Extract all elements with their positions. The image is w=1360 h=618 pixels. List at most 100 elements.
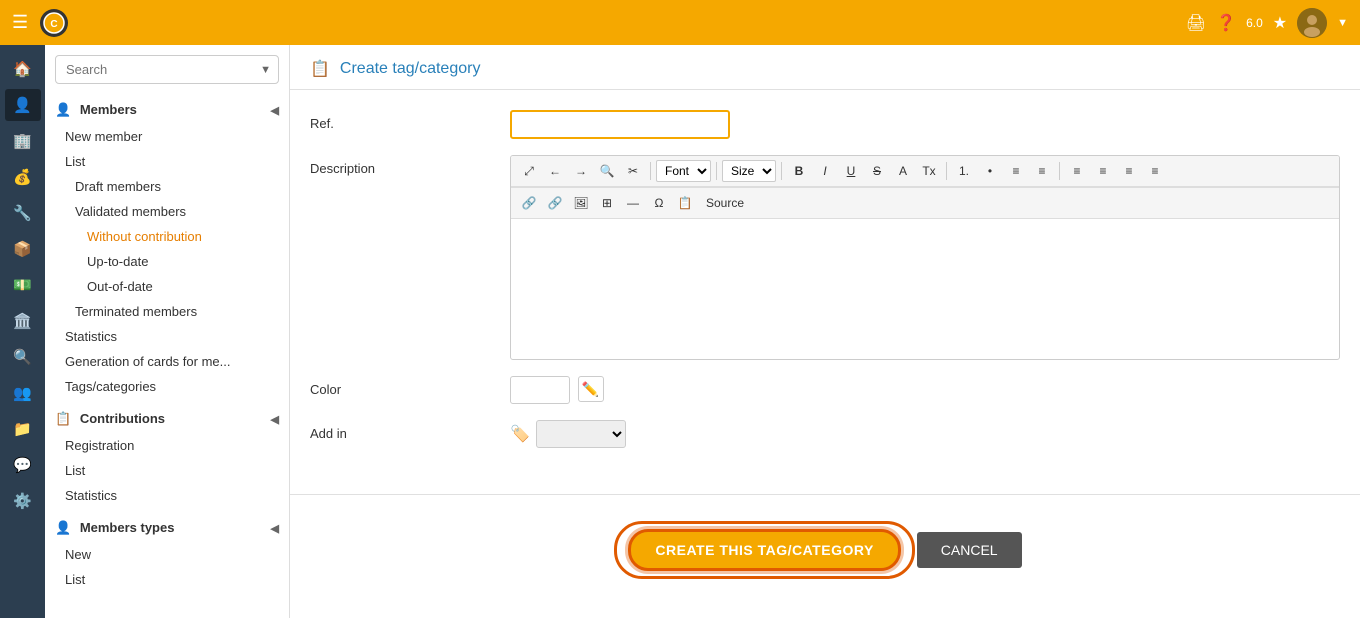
rte-char-btn[interactable]: Ω [647,192,671,214]
avatar[interactable] [1297,8,1327,38]
hamburger-icon[interactable]: ☰ [12,12,28,33]
sidebar-item-out-of-date[interactable]: Out-of-date [45,274,289,299]
sidebar-item-contributions-statistics[interactable]: Statistics [45,483,289,508]
tag-icon: 🏷️ [510,424,530,444]
contributions-section-label: Contributions [80,411,165,426]
rte-strikethrough-btn[interactable]: S [865,160,889,182]
add-in-select[interactable] [536,420,626,448]
rte-align-justify-btn[interactable]: ≡ [1143,160,1167,182]
sidebar-icon-building[interactable]: 🏢 [5,125,41,157]
sidebar-icon-money[interactable]: 💰 [5,161,41,193]
search-box[interactable]: ▼ [55,55,279,84]
rte-link-btn[interactable]: 🔗 [517,192,541,214]
search-dropdown-icon[interactable]: ▼ [260,64,271,76]
rte-scissors-btn[interactable]: ✂ [621,160,645,182]
rte-italic-btn[interactable]: I [813,160,837,182]
topbar-right: 🖨 ❓ 6.0 ★ ▼ [1186,8,1348,38]
members-section-header[interactable]: 👤 Members ◀ [45,96,289,124]
sidebar-icon-member[interactable]: 👤 [5,89,41,121]
sidebar-item-members-types-list[interactable]: List [45,567,289,592]
rte-fontcolor-btn[interactable]: A [891,160,915,182]
rte-redo-btn[interactable]: → [569,160,593,182]
sidebar-icon-package[interactable]: 📦 [5,233,41,265]
sidebar-icon-archive[interactable]: 🏛️ [5,305,41,337]
rte-align-center-btn[interactable]: ≡ [1091,160,1115,182]
sidebar-icon-users[interactable]: 👥 [5,377,41,409]
sidebar-item-tags-categories[interactable]: Tags/categories [45,374,289,399]
rte-size-select[interactable]: Size [722,160,776,182]
ref-label: Ref. [310,110,510,131]
icon-sidebar: 🏠 👤 🏢 💰 🔧 📦 💵 🏛️ 🔍 👥 📁 💬 ⚙️ [0,45,45,618]
rte-removeformat-btn[interactable]: Tx [917,160,941,182]
star-icon[interactable]: ★ [1273,13,1287,33]
cancel-button[interactable]: CANCEL [917,532,1022,568]
members-section-label: Members [80,102,137,117]
rte-sep4 [946,162,947,180]
sidebar-icon-home[interactable]: 🏠 [5,53,41,85]
members-types-section-label: Members types [80,520,175,535]
sidebar-item-new-member[interactable]: New member [45,124,289,149]
rte-unlink-btn[interactable]: 🔗 [543,192,567,214]
description-control: ⤢ ← → 🔍 ✂ Font Size [510,155,1340,360]
sidebar-item-statistics[interactable]: Statistics [45,324,289,349]
rte-align-right-btn[interactable]: ≡ [1117,160,1141,182]
sidebar-item-without-contribution[interactable]: Without contribution [45,224,289,249]
rte-underline-btn[interactable]: U [839,160,863,182]
add-in-row: Add in 🏷️ [310,420,1340,448]
help-icon[interactable]: ❓ [1216,13,1236,33]
print-icon[interactable]: 🖨 [1186,13,1206,33]
rte-image-btn[interactable]: 🖼 [569,192,593,214]
rte-editor-area[interactable] [511,219,1339,359]
sidebar-item-draft-members[interactable]: Draft members [45,174,289,199]
avatar-chevron[interactable]: ▼ [1337,17,1348,29]
sidebar-item-registration[interactable]: Registration [45,433,289,458]
rte-hr-btn[interactable]: — [621,192,645,214]
sidebar-icon-chat[interactable]: 💬 [5,449,41,481]
main-layout: 🏠 👤 🏢 💰 🔧 📦 💵 🏛️ 🔍 👥 📁 💬 ⚙️ ▼ 👤 Members … [0,45,1360,618]
sidebar-icon-folder[interactable]: 📁 [5,413,41,445]
members-types-section-header[interactable]: 👤 Members types ◀ [45,514,289,542]
rte-table-btn[interactable]: ⊞ [595,192,619,214]
topbar: ☰ C 🖨 ❓ 6.0 ★ ▼ [0,0,1360,45]
rte-bold-btn[interactable]: B [787,160,811,182]
description-row: Description ⤢ ← → 🔍 ✂ Font [310,155,1340,360]
contributions-section-header[interactable]: 📋 Contributions ◀ [45,405,289,433]
sidebar-icon-payments[interactable]: 💵 [5,269,41,301]
rte-align-left-btn[interactable]: ≡ [1065,160,1089,182]
rte-undo-btn[interactable]: ← [543,160,567,182]
create-tag-button[interactable]: CREATE THIS TAG/CATEGORY [628,529,900,571]
search-input[interactable] [55,55,279,84]
sidebar-item-members-types-new[interactable]: New [45,542,289,567]
rte-font-select[interactable]: Font [656,160,711,182]
sidebar-item-terminated-members[interactable]: Terminated members [45,299,289,324]
rte-search-btn[interactable]: 🔍 [595,160,619,182]
rte-container: ⤢ ← → 🔍 ✂ Font Size [510,155,1340,360]
rte-fullscreen-btn[interactable]: ⤢ [517,160,541,182]
color-picker-btn[interactable]: ✏️ [578,376,604,402]
rte-toolbar-row2: 🔗 🔗 🖼 ⊞ — Ω 📋 Source [511,187,1339,219]
add-in-control: 🏷️ [510,420,1340,448]
rte-indent-btn[interactable]: ≡ [1004,160,1028,182]
sidebar-item-list[interactable]: List [45,149,289,174]
version-badge: 6.0 [1246,16,1263,30]
sidebar-item-contributions-list[interactable]: List [45,458,289,483]
description-label: Description [310,155,510,176]
sidebar-icon-search[interactable]: 🔍 [5,341,41,373]
sidebar-item-up-to-date[interactable]: Up-to-date [45,249,289,274]
form-body: Ref. Description ⤢ ← → 🔍 [290,90,1360,484]
sidebar-item-generation-cards[interactable]: Generation of cards for me... [45,349,289,374]
sidebar-item-validated-members[interactable]: Validated members [45,199,289,224]
sidebar-icon-settings[interactable]: ⚙️ [5,485,41,517]
rte-source-btn[interactable]: Source [699,192,751,214]
rte-ol-btn[interactable]: 1. [952,160,976,182]
rte-ul-btn[interactable]: • [978,160,1002,182]
ref-input[interactable] [510,110,730,139]
rte-sep3 [781,162,782,180]
sidebar-icon-tools[interactable]: 🔧 [5,197,41,229]
form-divider [290,494,1360,495]
rte-outdent-btn[interactable]: ≡ [1030,160,1054,182]
color-row: Color ✏️ [310,376,1340,404]
rte-paste-btn[interactable]: 📋 [673,192,697,214]
members-types-chevron: ◀ [271,522,279,535]
rte-toolbar: ⤢ ← → 🔍 ✂ Font Size [511,156,1339,187]
